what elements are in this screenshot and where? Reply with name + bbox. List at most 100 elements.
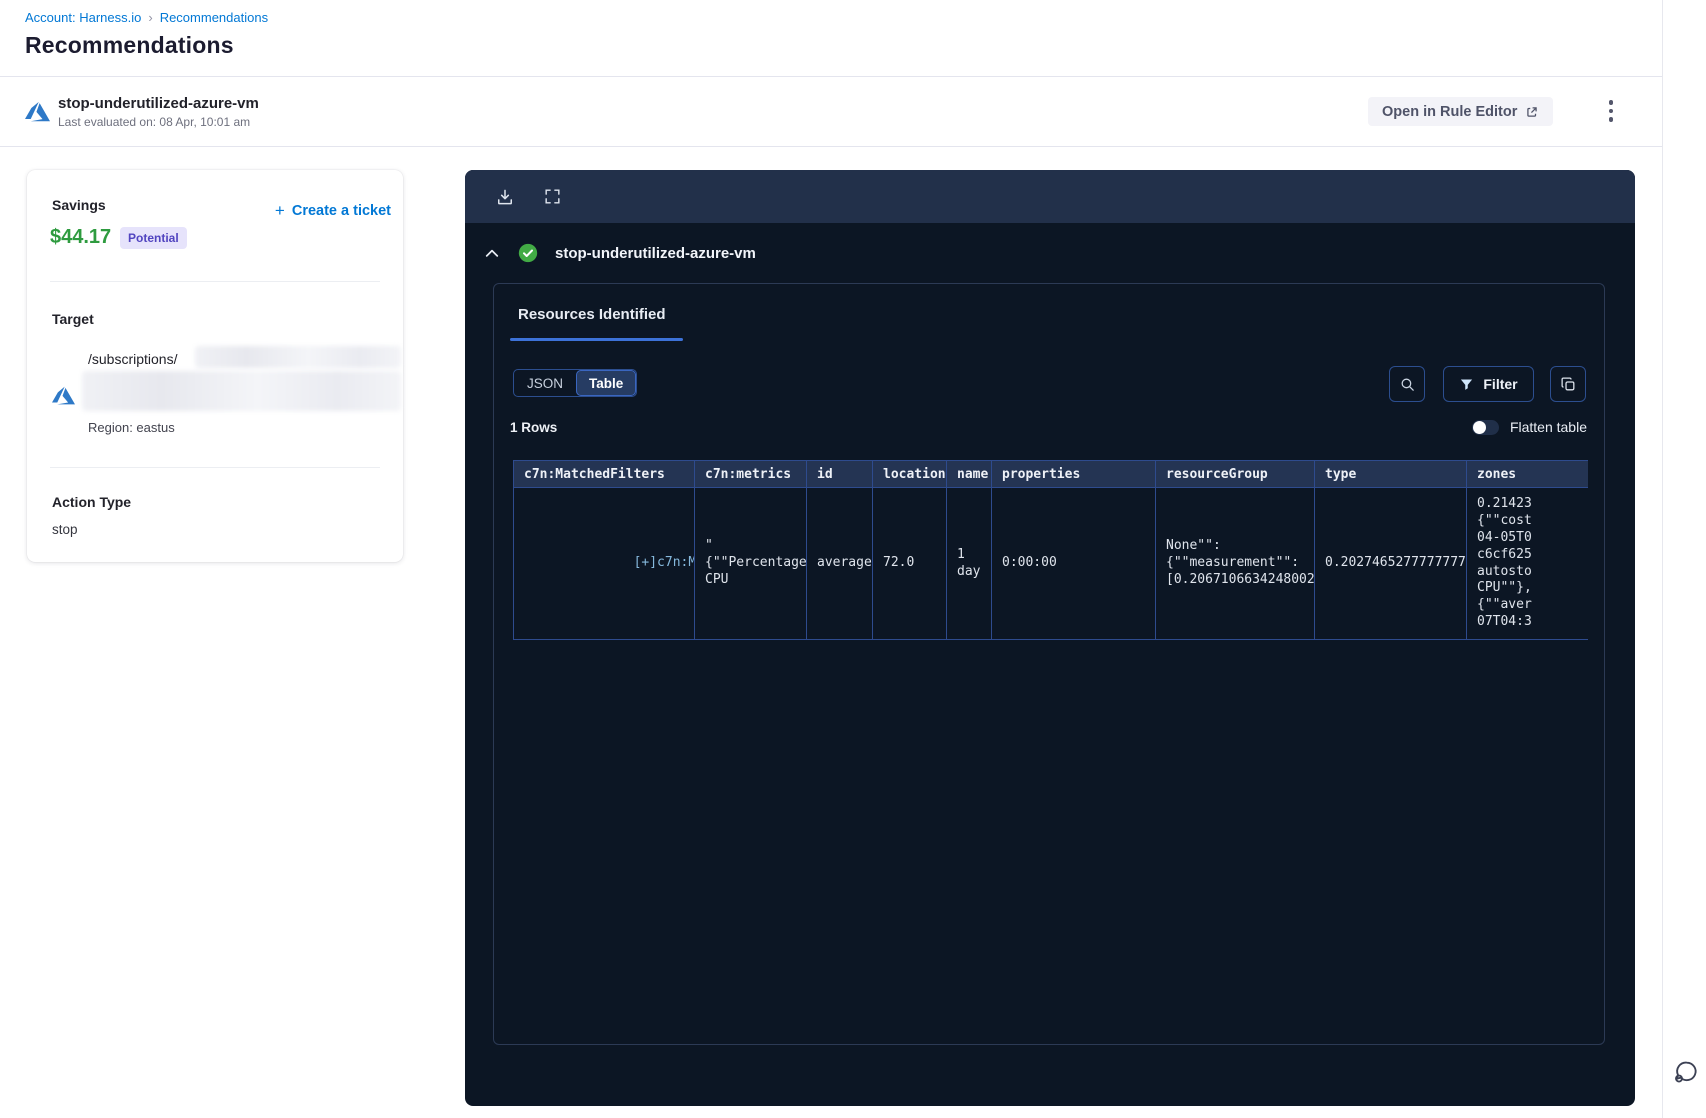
chat-bubble-icon xyxy=(1675,1061,1697,1083)
savings-label: Savings xyxy=(52,197,106,213)
divider xyxy=(50,281,380,282)
view-json-button[interactable]: JSON xyxy=(514,370,576,396)
external-link-icon xyxy=(1527,106,1538,117)
more-options-button[interactable] xyxy=(1598,93,1624,129)
panel-rule-title: stop-underutilized-azure-vm xyxy=(555,244,756,262)
create-ticket-label: Create a ticket xyxy=(291,203,391,219)
download-icon xyxy=(498,189,512,204)
fullscreen-button[interactable] xyxy=(541,185,564,208)
cell-line: 0.21423 xyxy=(1477,495,1532,511)
filter-label: Filter xyxy=(1483,376,1518,392)
divider xyxy=(0,146,1662,147)
cell-line: c6cf625 xyxy=(1477,546,1532,562)
fullscreen-icon xyxy=(545,189,560,204)
cell-line: {""measurement"": xyxy=(1166,555,1300,571)
filter-button[interactable]: Filter xyxy=(1443,366,1534,402)
cell-line: {""cost xyxy=(1477,512,1532,528)
cell-resource-group: None"": {""measurement"": [0.2067106634248… xyxy=(1155,487,1315,640)
cell-metrics: " {""Percentage CPU xyxy=(694,487,807,640)
open-rule-editor-button[interactable]: Open in Rule Editor xyxy=(1368,97,1554,126)
cell-location: 72.0 xyxy=(872,487,947,640)
cell-name: 1 day xyxy=(946,487,992,640)
cell-line: autosto xyxy=(1477,563,1532,579)
breadcrumb: Account: Harness.io › Recommendations xyxy=(25,10,268,25)
search-icon xyxy=(1401,378,1414,391)
download-button[interactable] xyxy=(493,185,517,209)
col-header-zones[interactable]: zones xyxy=(1466,460,1588,488)
cell-line: 07T04:3 xyxy=(1477,614,1532,630)
recommendation-last-evaluated: Last evaluated on: 08 Apr, 10:01 am xyxy=(58,115,251,129)
cell-properties: 0:00:00 xyxy=(991,487,1156,640)
cell-matched-filters: [+]c7n:MatchedFilters[] xyxy=(513,487,695,640)
azure-icon xyxy=(52,386,75,405)
page-right-divider xyxy=(1662,0,1663,1118)
col-header-name[interactable]: name xyxy=(946,460,992,488)
target-label: Target xyxy=(52,311,94,327)
panel-toolbar xyxy=(465,170,1635,223)
resources-table: c7n:MatchedFilters c7n:metrics id locati… xyxy=(513,460,1588,640)
flatten-table-label: Flatten table xyxy=(1509,419,1587,435)
filter-funnel-icon xyxy=(1461,379,1473,390)
potential-badge: Potential xyxy=(120,227,187,249)
breadcrumb-separator-icon: › xyxy=(148,10,153,25)
panel-header: stop-underutilized-azure-vm xyxy=(465,223,1635,283)
cell-line: CPU xyxy=(705,571,729,587)
resources-identified-card: Resources Identified JSON Table Filter 1… xyxy=(493,283,1605,1045)
target-region: Region: eastus xyxy=(88,420,175,435)
cell-line: CPU""}, xyxy=(1477,580,1532,596)
redacted-target-text xyxy=(82,371,401,411)
cell-zones: 0.21423 {""cost 04-05T0 c6cf625 autosto CPU""… xyxy=(1466,487,1588,640)
support-chat-button[interactable] xyxy=(1670,1056,1702,1088)
table-header-row: c7n:MatchedFilters c7n:metrics id locati… xyxy=(513,460,1588,488)
breadcrumb-account-link[interactable]: Account: Harness.io xyxy=(25,10,141,25)
resources-table-wrap[interactable]: c7n:MatchedFilters c7n:metrics id locati… xyxy=(513,460,1588,640)
col-header-properties[interactable]: properties xyxy=(991,460,1156,488)
cell-line: " xyxy=(705,538,713,554)
recommendation-title: stop-underutilized-azure-vm xyxy=(58,95,259,112)
open-rule-editor-label: Open in Rule Editor xyxy=(1382,103,1518,120)
cell-line: 04-05T0 xyxy=(1477,529,1532,545)
create-ticket-button[interactable]: + Create a ticket xyxy=(275,201,391,221)
page-title: Recommendations xyxy=(25,32,234,58)
cell-line: [0.20671066342480027 xyxy=(1166,571,1315,587)
col-header-resource-group[interactable]: resourceGroup xyxy=(1155,460,1315,488)
action-type-label: Action Type xyxy=(52,494,132,510)
cell-line: {""Percentage xyxy=(705,555,807,571)
tab-active-underline xyxy=(510,338,683,341)
col-header-matched-filters[interactable]: c7n:MatchedFilters xyxy=(513,460,695,488)
rows-count: 1 Rows xyxy=(510,420,558,435)
flatten-table-toggle[interactable] xyxy=(1471,419,1499,435)
breadcrumb-current-link[interactable]: Recommendations xyxy=(160,10,268,25)
col-header-location[interactable]: location xyxy=(872,460,947,488)
target-path: /subscriptions/ xyxy=(88,351,178,367)
recommendation-summary-card: Savings + Create a ticket $44.17 Potenti… xyxy=(27,170,403,562)
col-header-type[interactable]: type xyxy=(1314,460,1467,488)
collapse-button[interactable] xyxy=(481,244,503,262)
action-type-value: stop xyxy=(52,522,78,537)
plus-icon: + xyxy=(274,201,285,220)
view-mode-toggle: JSON Table xyxy=(513,369,638,397)
view-table-button[interactable]: Table xyxy=(576,370,637,396)
recommendation-header: stop-underutilized-azure-vm Last evaluat… xyxy=(0,77,1662,146)
divider xyxy=(50,467,380,468)
cell-line: None"": xyxy=(1166,538,1221,554)
cell-line: day xyxy=(957,563,981,579)
cell-line: {""aver xyxy=(1477,597,1532,613)
copy-button[interactable] xyxy=(1550,366,1586,402)
expand-matched-filters-link[interactable]: [+]c7n:MatchedFilters[] xyxy=(634,555,694,570)
cell-id: average xyxy=(806,487,873,640)
copy-icon xyxy=(1560,376,1574,390)
resources-panel: stop-underutilized-azure-vm Resources Id… xyxy=(465,170,1635,1106)
savings-value: $44.17 xyxy=(50,226,112,248)
col-header-id[interactable]: id xyxy=(806,460,873,488)
success-check-icon xyxy=(518,243,538,263)
table-row: [+]c7n:MatchedFilters[] "{""PercentageCP… xyxy=(513,487,1588,640)
chevron-up-icon xyxy=(485,249,499,257)
cell-type: 0.20274652777777777 xyxy=(1314,487,1467,640)
redacted-target-text xyxy=(195,346,401,368)
flatten-table-control: Flatten table xyxy=(1471,419,1587,435)
azure-icon xyxy=(25,101,50,122)
search-button[interactable] xyxy=(1389,366,1425,402)
col-header-metrics[interactable]: c7n:metrics xyxy=(694,460,807,488)
tab-resources-identified[interactable]: Resources Identified xyxy=(518,306,666,323)
